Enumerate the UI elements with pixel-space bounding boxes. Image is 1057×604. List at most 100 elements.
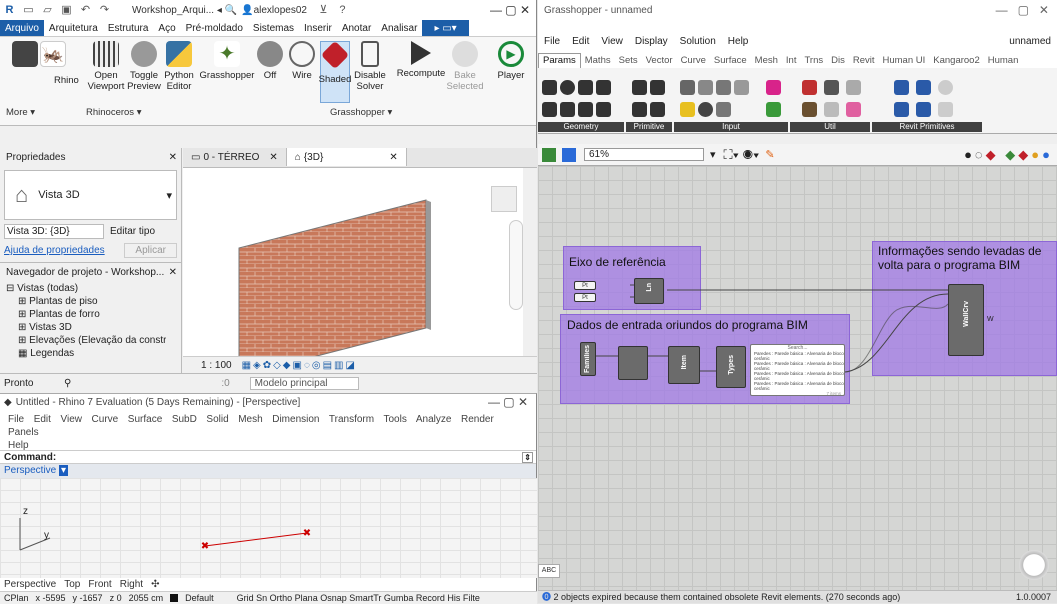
list-icon[interactable]	[716, 102, 731, 117]
gh-tab-int[interactable]: Int	[782, 54, 801, 68]
revit-element-icon[interactable]	[894, 80, 909, 95]
preview-yellow-icon[interactable]: ●	[1031, 147, 1042, 162]
gh-menu-help[interactable]: Help	[722, 34, 755, 50]
gh-tab-surface[interactable]: Surface	[710, 54, 751, 68]
zoom-field[interactable]: 61%	[584, 148, 704, 161]
menu-view[interactable]: View	[60, 414, 82, 425]
preview-blue-icon[interactable]: ●	[1042, 147, 1053, 162]
open-folder-icon[interactable]: ▱	[41, 4, 54, 17]
gh-tab-human-ui[interactable]: Human UI	[879, 54, 930, 68]
gh-tab-curve[interactable]: Curve	[677, 54, 710, 68]
tree-item[interactable]: ⊟ Vistas (todas)	[6, 282, 166, 295]
rhino-tool-button[interactable]: 🦗	[40, 41, 66, 70]
tab-perspective[interactable]: Perspective	[4, 578, 56, 591]
checkbox-icon[interactable]	[734, 80, 749, 95]
tree-item[interactable]: ⊞ Plantas de piso	[6, 295, 166, 308]
browser-close-icon[interactable]: ✕	[169, 263, 177, 283]
menu-render[interactable]: Render	[461, 414, 494, 425]
slider-icon[interactable]	[680, 80, 695, 95]
gh-tab-kangaroo2[interactable]: Kangaroo2	[929, 54, 983, 68]
layer-label[interactable]: Default	[185, 592, 214, 604]
tab-inserir[interactable]: Inserir	[299, 20, 337, 36]
properties-help-link[interactable]: Ajuda de propriedades	[4, 245, 105, 256]
revit-category-icon[interactable]	[916, 80, 931, 95]
menu-mesh[interactable]: Mesh	[238, 414, 262, 425]
help-icon[interactable]: ?	[336, 4, 349, 17]
gh-tab-mesh[interactable]: Mesh	[751, 54, 782, 68]
tree-item[interactable]: ▦ Legendas	[6, 347, 166, 360]
gh-menu-file[interactable]: File	[538, 34, 566, 50]
point-param-icon[interactable]	[560, 80, 575, 95]
gh-window-controls[interactable]: — ▢ ✕	[996, 3, 1049, 17]
viewport-menu-icon[interactable]: ▾	[59, 465, 69, 476]
tab-right[interactable]: Right	[120, 578, 143, 591]
graph-mapper-icon[interactable]	[680, 102, 695, 117]
shaded-preview-icon[interactable]: ◆	[986, 147, 999, 162]
cherry-icon[interactable]	[802, 80, 817, 95]
model-selector[interactable]: Modelo principal	[249, 377, 359, 390]
surface-param-icon[interactable]	[596, 80, 611, 95]
gh-tab-human[interactable]: Human	[984, 54, 1023, 68]
tab-overflow[interactable]: ▸ ▭▾	[422, 20, 469, 36]
snap-toggles[interactable]: Grid Sn Ortho Plana Osnap SmartTr Gumba …	[237, 592, 480, 604]
tab-close-icon[interactable]: ✕	[269, 152, 277, 163]
zoom-extents-icon[interactable]: ⛶▾ ◉▾	[724, 147, 760, 163]
open-file-icon[interactable]	[542, 147, 556, 162]
gh-menu-display[interactable]: Display	[629, 34, 674, 50]
gh-tab-vector[interactable]: Vector	[642, 54, 677, 68]
preview-red-icon[interactable]: ◆	[1018, 147, 1031, 162]
rhino-viewport[interactable]: ✖ ✖ z y	[0, 478, 537, 578]
wire-button[interactable]: Wire	[288, 41, 316, 81]
menu-subd[interactable]: SubD	[172, 414, 197, 425]
revit-logo-icon[interactable]: R	[3, 4, 16, 17]
family-types-component[interactable]	[618, 346, 648, 380]
tree-item[interactable]: ⊞ Vistas 3D	[6, 321, 166, 334]
gh-group-revit-primitives[interactable]: Revit Primitives	[872, 122, 982, 132]
view-selector[interactable]: Vista 3D: {3D}	[4, 224, 104, 239]
command-scroll[interactable]: ⇕	[522, 451, 533, 463]
tab-sistemas[interactable]: Sistemas	[248, 20, 299, 36]
view-3d-canvas[interactable]	[183, 168, 537, 377]
point-param-a[interactable]: Pt	[574, 281, 596, 290]
view-controls-icons[interactable]: ▦◈✿◇◆▣◌◎▤▥◪	[242, 360, 357, 371]
tab-analisar[interactable]: Analisar	[376, 20, 422, 36]
cart-icon[interactable]: ⊻	[317, 4, 330, 17]
scale-label[interactable]: 1 : 100	[201, 360, 232, 371]
gh-tab-params[interactable]: Params	[538, 53, 581, 68]
boolean-param-icon[interactable]	[632, 102, 647, 117]
arrow-icon[interactable]	[824, 80, 839, 95]
plane-param-icon[interactable]	[578, 102, 593, 117]
grasshopper-button[interactable]: ✦ Grasshopper	[200, 41, 254, 81]
menu-transform[interactable]: Transform	[329, 414, 374, 425]
gh-tab-sets[interactable]: Sets	[615, 54, 642, 68]
bake-button[interactable]: Bake Selected	[447, 41, 484, 92]
toggle-icon[interactable]	[716, 80, 731, 95]
tab-terreo[interactable]: ▭ 0 - TÉRREO ✕	[183, 148, 287, 166]
color-wheel-icon[interactable]	[698, 102, 713, 117]
preview-mode-icons[interactable]: ●◌◆ ◆◆●●	[964, 147, 1053, 163]
type-selector[interactable]: ⌂ Vista 3D ▾	[4, 170, 177, 220]
brep-param-icon[interactable]	[542, 102, 557, 117]
gh-group-primitive[interactable]: Primitive	[626, 122, 672, 132]
gh-menu-view[interactable]: View	[595, 34, 629, 50]
revit-param-icon[interactable]	[938, 80, 953, 95]
shaded-button[interactable]: Shaded	[319, 40, 351, 103]
panel-icon[interactable]	[698, 80, 713, 95]
gh-menu-solution[interactable]: Solution	[674, 34, 722, 50]
tab-top[interactable]: Top	[64, 578, 80, 591]
grasshopper-group[interactable]: Grasshopper ▾	[330, 107, 392, 118]
line-component[interactable]: Ln	[634, 278, 664, 304]
rhino-button[interactable]	[12, 41, 38, 70]
python-editor-button[interactable]: Python Editor	[162, 41, 196, 92]
disable-solver-button[interactable]: Disable Solver	[352, 41, 388, 92]
command-line[interactable]: Command: ⇕	[0, 450, 536, 464]
flask-icon[interactable]	[846, 102, 861, 117]
undo-icon[interactable]: ↶	[79, 4, 92, 17]
more-group[interactable]: More ▾	[6, 107, 35, 118]
tab-arquitetura[interactable]: Arquitetura	[44, 20, 103, 36]
worksets-icon[interactable]: ⚲	[64, 378, 71, 389]
redo-icon[interactable]: ↷	[98, 4, 111, 17]
open-viewport-button[interactable]: Open Viewport	[86, 41, 126, 92]
gh-tab-dis[interactable]: Dis	[827, 54, 849, 68]
gh-tab-revit[interactable]: Revit	[849, 54, 879, 68]
